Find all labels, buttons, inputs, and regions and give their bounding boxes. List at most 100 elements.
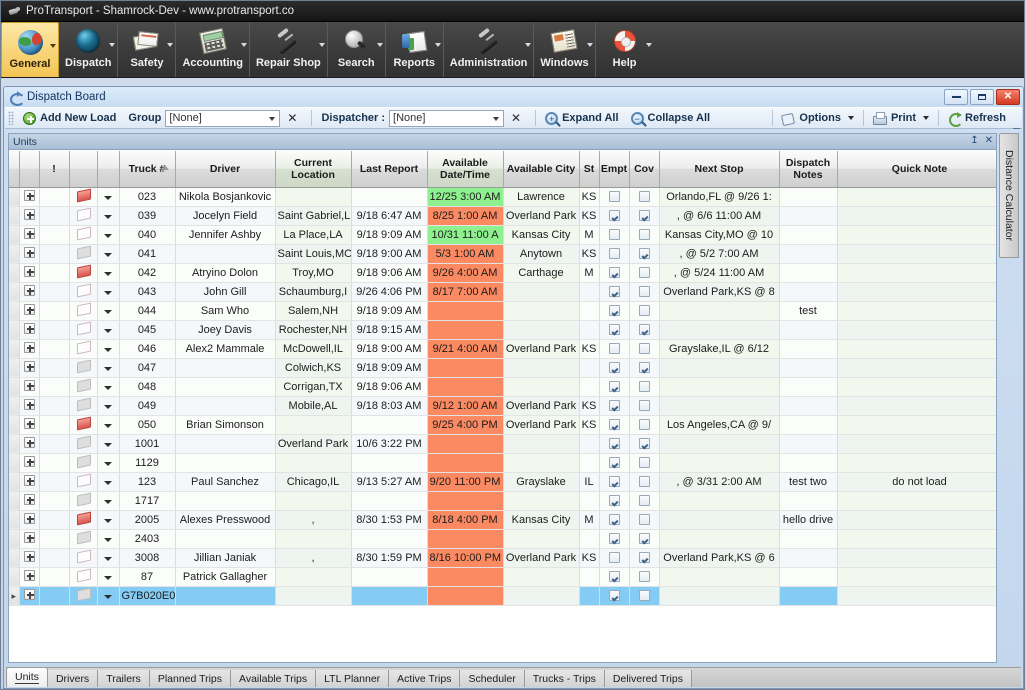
flag-white-icon[interactable] — [77, 285, 89, 295]
empt-checkbox[interactable] — [609, 438, 620, 449]
expand-row-button[interactable] — [19, 263, 39, 282]
plus-box-icon[interactable] — [24, 342, 35, 353]
ribbon-tab-help[interactable]: Help — [596, 22, 654, 77]
empt-checkbox[interactable] — [609, 248, 620, 259]
table-row[interactable]: 046Alex2 MammaleMcDowell,IL9/18 9:00 AM9… — [9, 339, 996, 358]
column-header-truck[interactable]: Truck # — [119, 151, 175, 187]
chevron-down-icon[interactable] — [104, 348, 112, 352]
empt-checkbox[interactable] — [609, 343, 620, 354]
status-flag-cell[interactable] — [69, 453, 97, 472]
flag-red-icon[interactable] — [77, 418, 89, 428]
refresh-button[interactable]: Refresh — [942, 108, 1012, 128]
table-row[interactable]: 1129 — [9, 453, 996, 472]
cov-checkbox[interactable] — [639, 476, 650, 487]
status-flag-cell[interactable] — [69, 263, 97, 282]
status-flag-cell[interactable] — [69, 301, 97, 320]
empt-checkbox[interactable] — [609, 286, 620, 297]
expand-row-button[interactable] — [19, 415, 39, 434]
row-menu-button[interactable] — [97, 415, 119, 434]
status-flag-cell[interactable] — [69, 529, 97, 548]
empt-checkbox[interactable] — [609, 324, 620, 335]
status-flag-cell[interactable] — [69, 206, 97, 225]
row-menu-button[interactable] — [97, 320, 119, 339]
ribbon-tab-search[interactable]: Search — [328, 22, 386, 77]
ribbon-tab-repair-shop[interactable]: Repair Shop — [250, 22, 328, 77]
column-header-availdt[interactable]: Available Date/Time — [427, 151, 503, 187]
expand-row-button[interactable] — [19, 187, 39, 206]
plus-box-icon[interactable] — [24, 285, 35, 296]
bottom-tab-ltl-planner[interactable]: LTL Planner — [316, 670, 389, 687]
column-header-flag[interactable] — [69, 151, 97, 187]
cov-checkbox[interactable] — [639, 552, 650, 563]
bottom-tab-planned-trips[interactable]: Planned Trips — [150, 670, 231, 687]
cov-checkbox-cell[interactable] — [629, 567, 659, 586]
cov-checkbox[interactable] — [639, 286, 650, 297]
flag-gray-icon[interactable] — [77, 589, 89, 599]
bottom-tab-trucks-trips[interactable]: Trucks - Trips — [525, 670, 605, 687]
cov-checkbox-cell[interactable] — [629, 586, 659, 605]
bottom-tab-available-trips[interactable]: Available Trips — [231, 670, 316, 687]
table-row[interactable]: 2403 — [9, 529, 996, 548]
row-menu-button[interactable] — [97, 586, 119, 605]
plus-box-icon[interactable] — [24, 475, 35, 486]
row-menu-button[interactable] — [97, 491, 119, 510]
empt-checkbox[interactable] — [609, 305, 620, 316]
table-row[interactable]: 050Brian Simonson9/25 4:00 PMOverland Pa… — [9, 415, 996, 434]
empt-checkbox-cell[interactable] — [599, 282, 629, 301]
table-row[interactable]: 3008Jillian Janiak,8/30 1:59 PM8/16 10:0… — [9, 548, 996, 567]
expand-row-button[interactable] — [19, 225, 39, 244]
expand-all-button[interactable]: + Expand All — [539, 108, 624, 128]
column-header-cov[interactable]: Cov — [629, 151, 659, 187]
clear-dispatcher-button[interactable]: ✕ — [508, 111, 526, 125]
flag-gray-icon[interactable] — [77, 494, 89, 504]
row-menu-button[interactable] — [97, 282, 119, 301]
flag-gray-icon[interactable] — [77, 247, 89, 257]
row-menu-button[interactable] — [97, 548, 119, 567]
chevron-down-icon[interactable] — [241, 43, 247, 47]
options-button[interactable]: Options — [776, 108, 860, 128]
column-header-lastrep[interactable]: Last Report — [351, 151, 427, 187]
expand-row-button[interactable] — [19, 301, 39, 320]
row-menu-button[interactable] — [97, 396, 119, 415]
status-flag-cell[interactable] — [69, 586, 97, 605]
cov-checkbox-cell[interactable] — [629, 548, 659, 567]
chevron-down-icon[interactable] — [848, 116, 854, 120]
close-icon[interactable]: ✕ — [985, 135, 993, 146]
status-flag-cell[interactable] — [69, 320, 97, 339]
empt-checkbox[interactable] — [609, 457, 620, 468]
plus-box-icon[interactable] — [24, 551, 35, 562]
cov-checkbox-cell[interactable] — [629, 282, 659, 301]
empt-checkbox[interactable] — [609, 229, 620, 240]
cov-checkbox-cell[interactable] — [629, 187, 659, 206]
expand-row-button[interactable] — [19, 358, 39, 377]
expand-row-button[interactable] — [19, 529, 39, 548]
table-row[interactable]: 044Sam WhoSalem,NH9/18 9:09 AMtest — [9, 301, 996, 320]
flag-gray-icon[interactable] — [77, 456, 89, 466]
empt-checkbox-cell[interactable] — [599, 358, 629, 377]
cov-checkbox-cell[interactable] — [629, 320, 659, 339]
empt-checkbox-cell[interactable] — [599, 529, 629, 548]
bottom-tab-scheduler[interactable]: Scheduler — [460, 670, 524, 687]
bottom-tab-units[interactable]: Units — [6, 667, 48, 687]
chevron-down-icon[interactable] — [104, 424, 112, 428]
chevron-down-icon[interactable] — [104, 253, 112, 257]
expand-row-button[interactable] — [19, 396, 39, 415]
empt-checkbox[interactable] — [609, 495, 620, 506]
empt-checkbox[interactable] — [609, 362, 620, 373]
ribbon-tab-administration[interactable]: Administration — [444, 22, 535, 77]
chevron-down-icon[interactable] — [923, 116, 929, 120]
row-menu-button[interactable] — [97, 472, 119, 491]
table-row[interactable]: 1717 — [9, 491, 996, 510]
status-flag-cell[interactable] — [69, 358, 97, 377]
empt-checkbox[interactable] — [609, 571, 620, 582]
row-menu-button[interactable] — [97, 358, 119, 377]
table-row[interactable]: 045Joey DavisRochester,NH9/18 9:15 AM — [9, 320, 996, 339]
bottom-tab-trailers[interactable]: Trailers — [98, 670, 150, 687]
chevron-down-icon[interactable] — [104, 500, 112, 504]
empt-checkbox-cell[interactable] — [599, 548, 629, 567]
flag-red-icon[interactable] — [77, 190, 89, 200]
flag-white-icon[interactable] — [77, 323, 89, 333]
ribbon-tab-safety[interactable]: Safety — [118, 22, 176, 77]
chevron-down-icon[interactable] — [269, 117, 275, 121]
cov-checkbox-cell[interactable] — [629, 206, 659, 225]
